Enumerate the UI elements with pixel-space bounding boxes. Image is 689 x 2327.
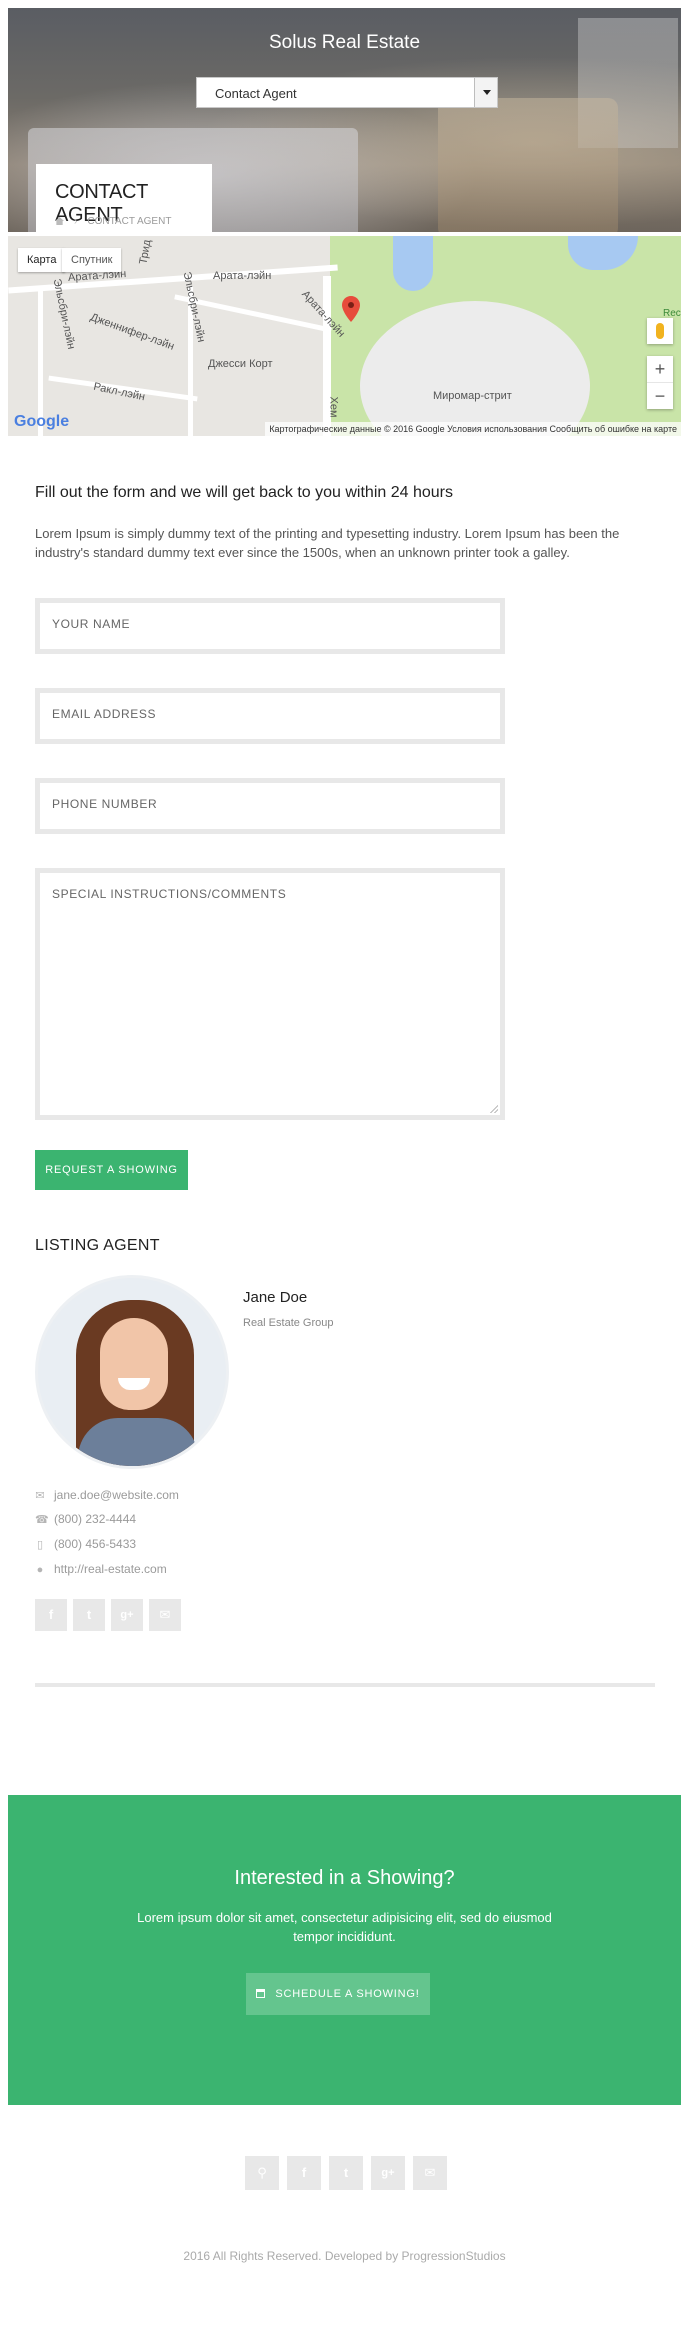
globe-icon: ● [36, 1564, 44, 1576]
schedule-showing-button[interactable]: SCHEDULE A SHOWING! [246, 1973, 430, 2015]
agent-phone[interactable]: ☎ (800) 232-4444 [35, 1512, 136, 1526]
resize-handle-icon[interactable] [490, 1105, 498, 1113]
agent-email-text: jane.doe@website.com [54, 1488, 179, 1502]
breadcrumb-separator: › [74, 216, 78, 227]
hero-chair-image [438, 98, 618, 232]
cta-text: Lorem ipsum dolor sit amet, consectetur … [137, 1910, 552, 1944]
map-type-satellite-tab[interactable]: Спутник [62, 248, 122, 272]
listing-agent-heading: LISTING AGENT [35, 1237, 160, 1254]
map-label: Арата-лэйн [213, 270, 272, 282]
form-intro-text: Lorem Ipsum is simply dummy text of the … [35, 526, 620, 560]
footer-copyright: 2016 All Rights Reserved. Developed by P… [183, 2249, 506, 2263]
schedule-showing-label: SCHEDULE A SHOWING! [275, 1988, 420, 2000]
agent-avatar [35, 1275, 229, 1469]
agent-company: Real Estate Group [243, 1317, 334, 1329]
site-title[interactable]: Solus Real Estate [8, 32, 681, 54]
map-label: Эльсбри-лэйн [180, 270, 208, 344]
twitter-icon[interactable]: t [73, 1599, 105, 1631]
page-title-box: CONTACT AGENT › CONTACT AGENT [36, 164, 212, 232]
facebook-icon[interactable]: f [287, 2156, 321, 2190]
cta-title: Interested in a Showing? [234, 1867, 455, 1889]
mail-icon[interactable]: ✉ [149, 1599, 181, 1631]
map-label: Дженнифер-лэйн [88, 311, 176, 353]
map-label: Ракл-лэйн [92, 380, 147, 404]
calendar-icon [256, 1989, 266, 1998]
agent-mobile-text: (800) 456-5433 [54, 1537, 137, 1551]
comments-placeholder: SPECIAL INSTRUCTIONS/COMMENTS [52, 887, 287, 901]
agent-website[interactable]: ● http://real-estate.com [35, 1562, 167, 1576]
section-divider [35, 1683, 655, 1687]
navigation-select-value: Contact Agent [215, 86, 297, 101]
map-attribution[interactable]: Картографические данные © 2016 Google Ус… [265, 422, 681, 436]
google-plus-icon[interactable]: g+ [111, 1599, 143, 1631]
mobile-icon: ▯ [36, 1539, 44, 1551]
agent-mobile[interactable]: ▯ (800) 456-5433 [35, 1537, 136, 1551]
agent-name: Jane Doe [243, 1289, 308, 1306]
showing-cta-section: Interested in a Showing? Lorem ipsum dol… [8, 1795, 681, 2105]
location-icon[interactable]: ⚲ [245, 2156, 279, 2190]
envelope-icon: ✉ [35, 1490, 45, 1502]
comments-textarea[interactable]: SPECIAL INSTRUCTIONS/COMMENTS [35, 868, 505, 1120]
map-marker-icon[interactable] [342, 296, 360, 322]
agent-email[interactable]: ✉ jane.doe@website.com [35, 1488, 179, 1502]
form-heading: Fill out the form and we will get back t… [35, 484, 453, 501]
map-lake [393, 236, 433, 291]
email-field-placeholder: EMAIL ADDRESS [52, 707, 157, 721]
agent-phone-text: (800) 232-4444 [54, 1512, 137, 1526]
phone-field-placeholder: PHONE NUMBER [52, 797, 158, 811]
phone-icon: ☎ [35, 1514, 49, 1526]
map-zoom-control: + − [647, 356, 673, 409]
request-showing-button[interactable]: REQUEST A SHOWING [35, 1150, 188, 1190]
google-logo[interactable]: Google [14, 413, 69, 431]
map-type-map-tab[interactable]: Карта [18, 248, 66, 272]
home-icon[interactable] [55, 217, 64, 225]
zoom-out-button[interactable]: − [647, 382, 673, 409]
breadcrumb-current: CONTACT AGENT [87, 216, 172, 227]
mail-icon[interactable]: ✉ [413, 2156, 447, 2190]
map-label: Миромар-стрит [433, 390, 512, 402]
facebook-icon[interactable]: f [35, 1599, 67, 1631]
phone-field[interactable]: PHONE NUMBER [35, 778, 505, 834]
breadcrumb: › CONTACT AGENT [55, 216, 171, 227]
name-field[interactable]: YOUR NAME [35, 598, 505, 654]
agent-website-text: http://real-estate.com [54, 1562, 167, 1576]
name-field-placeholder: YOUR NAME [52, 617, 131, 631]
hero-header: Solus Real Estate Contact Agent CONTACT … [8, 8, 681, 232]
google-plus-icon[interactable]: g+ [371, 2156, 405, 2190]
email-field[interactable]: EMAIL ADDRESS [35, 688, 505, 744]
google-map[interactable]: Арата-лэйн Арата-лэйн Арата-лэйн Эльсбри… [8, 236, 681, 436]
street-view-pegman-icon[interactable] [647, 318, 673, 344]
map-label: Джесси Корт [208, 358, 273, 370]
twitter-icon[interactable]: t [329, 2156, 363, 2190]
dropdown-arrow-icon[interactable] [474, 78, 497, 107]
zoom-in-button[interactable]: + [647, 356, 673, 382]
navigation-select[interactable]: Contact Agent [196, 77, 498, 108]
map-label: Трид [137, 238, 154, 266]
map-label: Хем [327, 396, 340, 418]
